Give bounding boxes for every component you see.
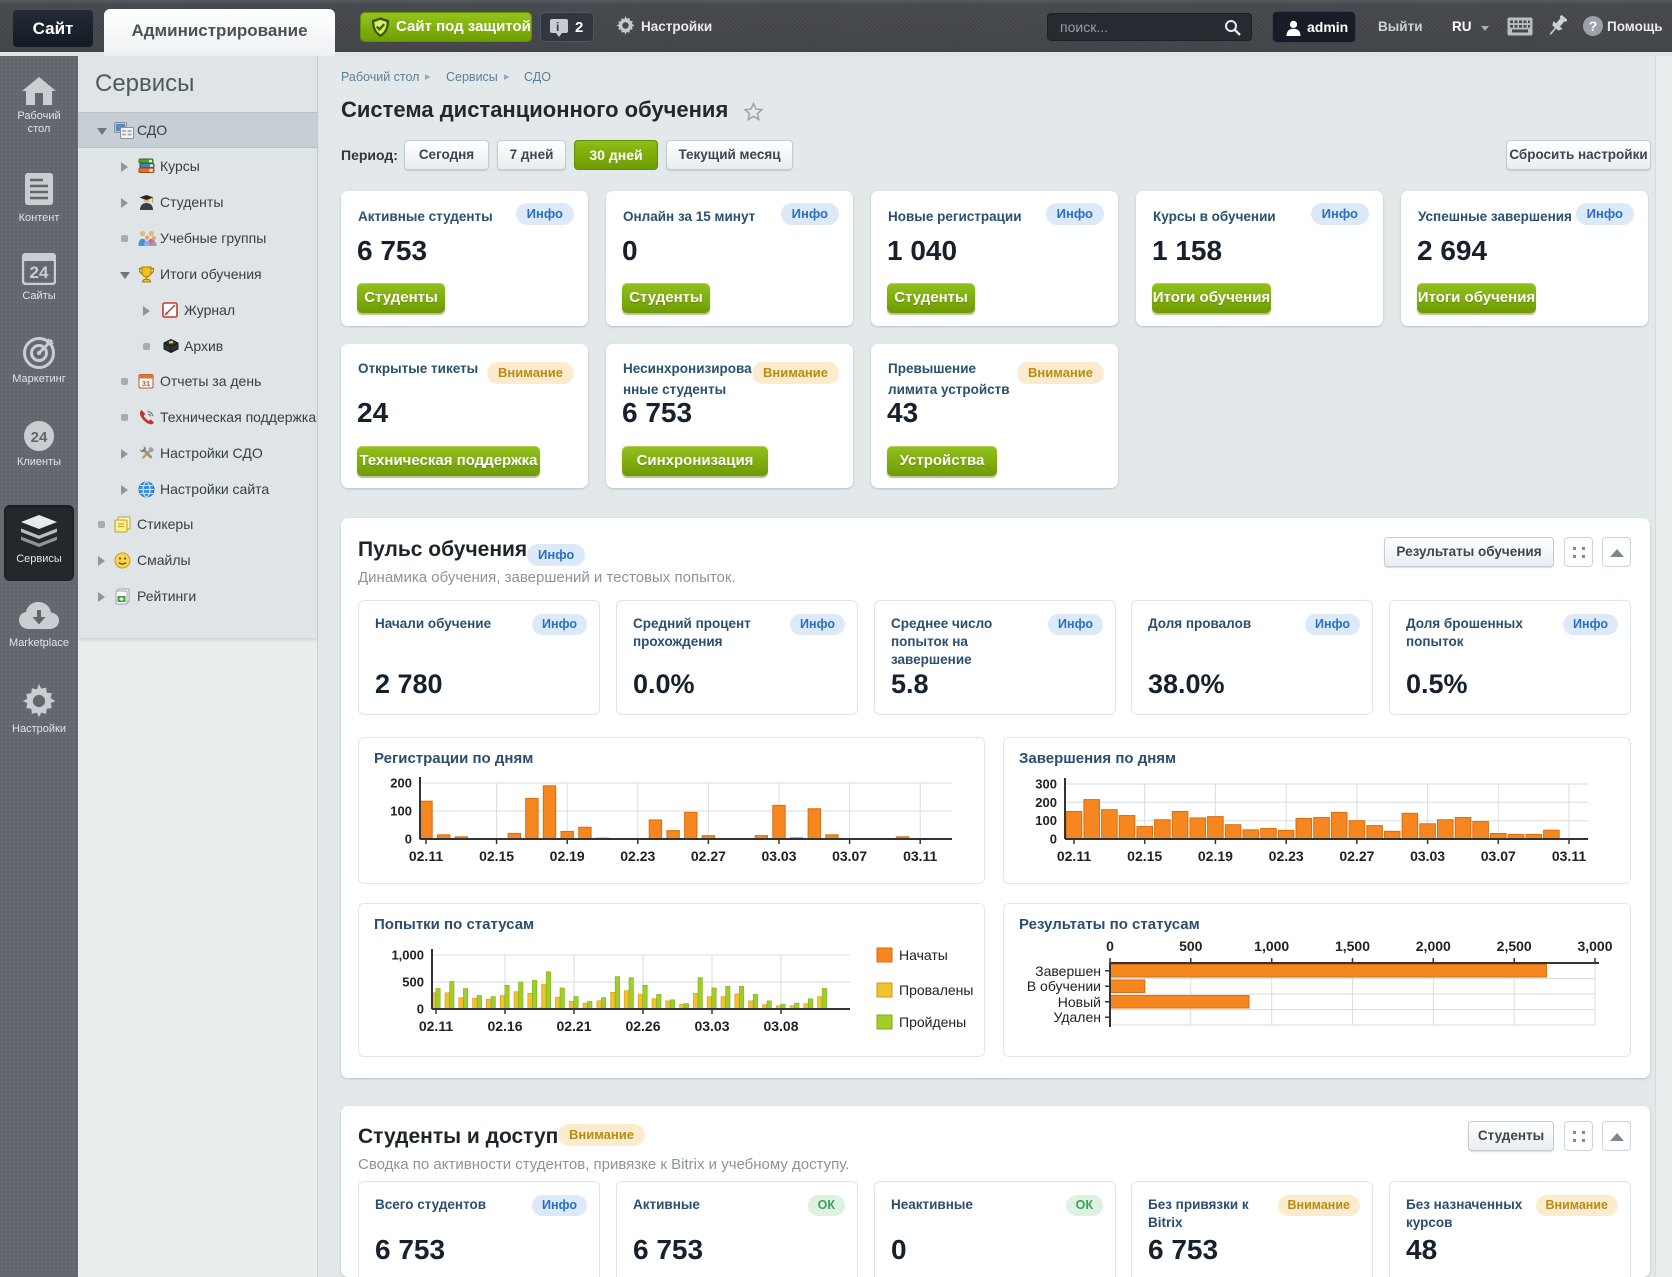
svg-text:200: 200: [390, 776, 412, 791]
svg-text:1,000: 1,000: [1254, 938, 1289, 954]
svg-text:03.08: 03.08: [763, 1018, 798, 1034]
svg-text:В обучении: В обучении: [1027, 978, 1101, 994]
svg-text:02.26: 02.26: [625, 1018, 660, 1034]
svg-text:Начаты: Начаты: [899, 947, 948, 963]
svg-text:0: 0: [1050, 832, 1057, 847]
svg-text:1,500: 1,500: [1335, 938, 1370, 954]
svg-text:31: 31: [142, 379, 150, 388]
svg-text:02.23: 02.23: [620, 848, 655, 864]
svg-text:02.15: 02.15: [1127, 848, 1162, 864]
svg-text:03.07: 03.07: [1481, 848, 1516, 864]
svg-text:100: 100: [390, 804, 412, 819]
svg-text:300: 300: [1035, 777, 1057, 792]
svg-text:Удален: Удален: [1054, 1009, 1101, 1025]
svg-text:Пройдены: Пройдены: [899, 1014, 966, 1030]
svg-text:02.19: 02.19: [1198, 848, 1233, 864]
svg-text:0: 0: [1106, 938, 1114, 954]
svg-text:02.23: 02.23: [1269, 848, 1304, 864]
svg-text:24: 24: [30, 263, 49, 282]
svg-text:02.27: 02.27: [691, 848, 726, 864]
svg-text:03.11: 03.11: [1552, 848, 1586, 864]
svg-text:Новый: Новый: [1058, 994, 1101, 1010]
svg-text:1,000: 1,000: [391, 948, 424, 963]
svg-text:100: 100: [1035, 813, 1057, 828]
svg-text:500: 500: [1179, 938, 1203, 954]
svg-text:02.19: 02.19: [550, 848, 585, 864]
svg-text:Завершен: Завершен: [1035, 963, 1101, 979]
svg-text:02.11: 02.11: [409, 848, 443, 864]
svg-text:0: 0: [417, 1002, 424, 1017]
svg-text:02.15: 02.15: [479, 848, 514, 864]
svg-text:03.07: 03.07: [832, 848, 867, 864]
svg-text:0: 0: [405, 832, 412, 847]
svg-text:03.11: 03.11: [903, 848, 937, 864]
svg-text:24: 24: [31, 429, 48, 446]
svg-text:02.27: 02.27: [1339, 848, 1374, 864]
svg-text:200: 200: [1035, 795, 1057, 810]
svg-text:02.21: 02.21: [556, 1018, 591, 1034]
svg-text:Провалены: Провалены: [899, 982, 973, 998]
svg-text:03.03: 03.03: [1410, 848, 1445, 864]
svg-text:500: 500: [402, 975, 424, 990]
svg-text:3,000: 3,000: [1577, 938, 1612, 954]
svg-text:02.11: 02.11: [1057, 848, 1091, 864]
svg-text:03.03: 03.03: [694, 1018, 729, 1034]
svg-text:02.11: 02.11: [419, 1018, 453, 1034]
svg-text:02.16: 02.16: [487, 1018, 522, 1034]
svg-text:2,500: 2,500: [1497, 938, 1532, 954]
svg-text:2,000: 2,000: [1416, 938, 1451, 954]
svg-text:03.03: 03.03: [761, 848, 796, 864]
